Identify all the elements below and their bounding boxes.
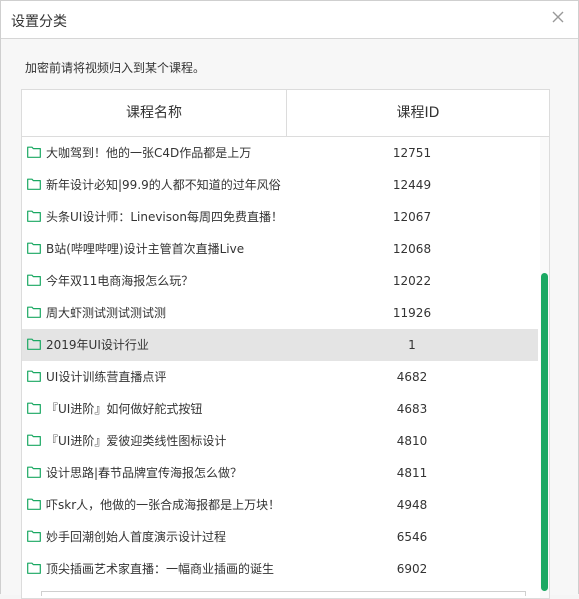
course-name: 今年双11电商海报怎么玩？: [46, 274, 194, 288]
folder-icon: [27, 274, 41, 286]
folder-icon: [27, 530, 41, 542]
course-id: 4811: [396, 466, 428, 480]
table-row[interactable]: 头条UI设计师：Linevison每周四免费直播！ 12067: [22, 201, 538, 233]
course-name: 『UI进阶』爱彼迎类线性图标设计: [46, 434, 227, 448]
course-id: 4948: [396, 498, 428, 512]
table-row[interactable]: 新年设计必知|99.9的人都不知道的过年风俗 12449: [22, 169, 538, 201]
course-id: 11926: [392, 306, 432, 320]
column-header-course-name: 课程名称: [22, 90, 287, 136]
course-id: 4683: [396, 402, 428, 416]
course-name: 2019年UI设计行业: [46, 338, 149, 352]
folder-icon: [27, 434, 41, 446]
table-row[interactable]: 2019年UI设计行业 1: [22, 329, 538, 361]
course-id: 12067: [392, 210, 432, 224]
dialog-description: 加密前请将视频归入到某个课程。: [25, 61, 206, 75]
course-id: 12449: [392, 178, 432, 192]
table-body: 大咖驾到！他的一张C4D作品都是上万 12751 新年设计必知|99.9的人都不知道…: [22, 137, 538, 585]
course-name: 新年设计必知|99.9的人都不知道的过年风俗: [46, 178, 281, 192]
table-header: 课程名称 课程ID: [22, 90, 549, 137]
dialog-body: 加密前请将视频归入到某个课程。 课程名称 课程ID 大咖驾到！他的一张C4D作品…: [1, 39, 578, 599]
folder-icon: [27, 306, 41, 318]
close-icon[interactable]: [550, 9, 566, 25]
course-id: 1: [408, 338, 416, 352]
folder-icon: [27, 210, 41, 222]
table-row[interactable]: 今年双11电商海报怎么玩？ 12022: [22, 265, 538, 297]
course-name: 顶尖插画艺术家直播：一幅商业插画的诞生: [46, 562, 275, 576]
table-row[interactable]: 妙手回潮创始人首度演示设计过程 6546: [22, 521, 538, 553]
column-header-course-id: 课程ID: [396, 105, 440, 121]
course-name: 周大虾测试测试测试测: [46, 306, 167, 320]
table-row[interactable]: 周大虾测试测试测试测 11926: [22, 297, 538, 329]
dialog-titlebar: 设置分类: [1, 1, 578, 39]
folder-icon: [27, 146, 41, 158]
folder-icon: [27, 242, 41, 254]
folder-icon: [27, 498, 41, 510]
course-id: 12751: [392, 146, 432, 160]
scrollbar-thumb[interactable]: [541, 273, 548, 591]
course-name: 设计思路|春节品牌宣传海报怎么做？: [46, 466, 243, 480]
folder-icon: [27, 466, 41, 478]
course-id: 4810: [396, 434, 428, 448]
course-name: 头条UI设计师：Linevison每周四免费直播！: [46, 210, 283, 224]
folder-icon: [27, 562, 41, 574]
set-category-dialog: 设置分类 加密前请将视频归入到某个课程。 课程名称 课程ID 大咖驾到！他的一张…: [0, 0, 579, 599]
course-id: 12068: [392, 242, 432, 256]
folder-icon: [27, 178, 41, 190]
table-row[interactable]: 『UI进阶』爱彼迎类线性图标设计 4810: [22, 425, 538, 457]
course-name: B站(哔哩哔哩)设计主管首次直播Live: [46, 242, 245, 256]
course-name: 吓skr人，他做的一张合成海报都是上万块！: [46, 498, 281, 512]
course-id: 4682: [396, 370, 428, 384]
course-name: 妙手回潮创始人首度演示设计过程: [46, 530, 227, 544]
table-row[interactable]: 吓skr人，他做的一张合成海报都是上万块！ 4948: [22, 489, 538, 521]
dialog-title: 设置分类: [11, 14, 67, 30]
course-name: UI设计训练营直播点评: [46, 370, 167, 384]
table-row[interactable]: 设计思路|春节品牌宣传海报怎么做？ 4811: [22, 457, 538, 489]
folder-icon: [27, 338, 41, 350]
course-name: 大咖驾到！他的一张C4D作品都是上万: [46, 146, 252, 160]
table-row[interactable]: UI设计训练营直播点评 4682: [22, 361, 538, 393]
course-name: 『UI进阶』如何做好舵式按钮: [46, 402, 203, 416]
course-id: 6546: [396, 530, 428, 544]
table-row[interactable]: 『UI进阶』如何做好舵式按钮 4683: [22, 393, 538, 425]
table-row[interactable]: 大咖驾到！他的一张C4D作品都是上万 12751: [22, 137, 538, 169]
course-id: 6902: [396, 562, 428, 576]
table-row[interactable]: 顶尖插画艺术家直播：一幅商业插画的诞生 6902: [22, 553, 538, 585]
table-row[interactable]: B站(哔哩哔哩)设计主管首次直播Live 12068: [22, 233, 538, 265]
folder-icon: [27, 402, 41, 414]
folder-icon: [27, 370, 41, 382]
course-id: 12022: [392, 274, 432, 288]
course-table: 课程名称 课程ID 大咖驾到！他的一张C4D作品都是上万 12751 新年设计必知|…: [21, 89, 550, 599]
